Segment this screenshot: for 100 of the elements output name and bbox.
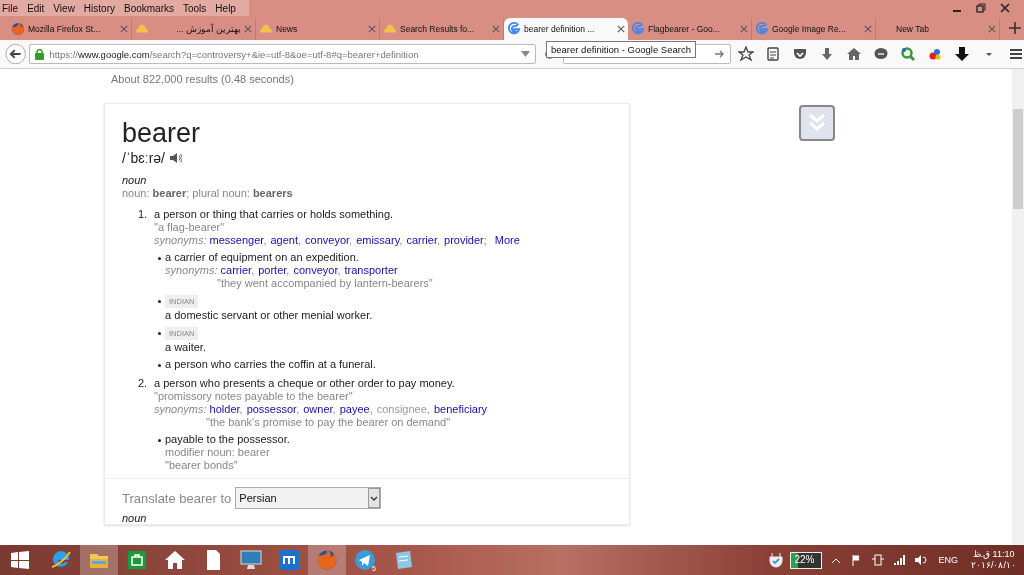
menu-item[interactable]: Bookmarks [124, 2, 174, 14]
browser-tab[interactable]: bearer definition ... [504, 18, 628, 40]
synonym-link[interactable]: beneficiary [433, 403, 488, 415]
synonym-link[interactable]: transporter [344, 264, 398, 276]
dropdown-arrow-icon[interactable] [520, 51, 530, 57]
scrollbar[interactable] [1012, 69, 1024, 545]
home-icon[interactable] [846, 46, 862, 62]
volume-icon[interactable] [913, 553, 928, 567]
close-icon[interactable] [617, 25, 625, 33]
separator: , [337, 264, 341, 276]
download-arrow-icon[interactable] [954, 46, 970, 62]
monitor-icon[interactable] [240, 549, 262, 571]
definition-text: a waiter. [165, 341, 206, 354]
synonym-link[interactable]: provider [444, 234, 484, 246]
synonyms-label: synonyms: [154, 234, 207, 246]
separator: ; [483, 234, 487, 246]
synonym-link[interactable]: holder [209, 403, 240, 415]
menu-item[interactable]: Help [215, 2, 236, 14]
battery-indicator[interactable]: 22% [790, 551, 823, 569]
bullet-icon [158, 300, 161, 303]
google-icon [755, 22, 769, 36]
url-text: https://www.google.com/search?q=controversy+&ie=utf-8&oe=utf-8#q=bearer+definition [49, 48, 420, 60]
chat-icon[interactable] [873, 46, 889, 62]
pocket-icon[interactable] [792, 46, 808, 62]
synonym-link[interactable]: messenger [209, 234, 264, 246]
plug-icon[interactable] [769, 552, 784, 568]
bullet-icon [158, 332, 161, 335]
synonym-link[interactable]: payee [339, 403, 370, 415]
plus-icon[interactable] [1008, 21, 1022, 35]
synonym-link[interactable]: owner [303, 403, 333, 415]
google-icon [507, 22, 521, 36]
close-icon[interactable] [740, 25, 748, 33]
separator: , [332, 403, 336, 415]
scrollbar-thumb[interactable] [1013, 109, 1023, 209]
close-icon[interactable] [988, 25, 996, 33]
separator: , [349, 234, 353, 246]
example-text: "promissory notes payable to the bearer" [154, 390, 354, 403]
magnifier-icon[interactable] [900, 46, 916, 62]
part-of-speech: noun [122, 512, 148, 524]
definition-text: a person who presents a cheque or other order to pay money. [154, 377, 456, 390]
device-icon[interactable] [871, 553, 886, 567]
lock-icon [35, 48, 45, 60]
star-icon[interactable] [738, 46, 754, 62]
part-of-speech: noun [122, 174, 148, 186]
close-icon[interactable] [244, 25, 252, 33]
grammar-note: modifier noun: bearer [165, 446, 271, 459]
cloud-icon [259, 22, 273, 36]
language-indicator[interactable]: ENG [938, 555, 958, 565]
back-button[interactable] [5, 43, 27, 65]
example-text: "they went accompanied by lantern-bearers" [216, 277, 433, 290]
home-icon[interactable] [164, 549, 186, 571]
browser-icon[interactable] [50, 549, 72, 571]
firefox-icon [11, 22, 25, 36]
chevron-down-icon[interactable] [799, 105, 835, 141]
synonyms-label: synonyms: [154, 403, 207, 415]
close-icon[interactable] [1000, 3, 1010, 13]
close-icon[interactable] [120, 25, 128, 33]
shopping-bag-icon[interactable] [126, 549, 148, 571]
menu-item[interactable]: Tools [183, 2, 207, 14]
synonym-text: consignee [376, 403, 427, 415]
close-icon[interactable] [368, 25, 376, 33]
menu-item[interactable]: View [53, 2, 75, 14]
synonym-link[interactable]: carrier [406, 234, 437, 246]
language-select[interactable]: Persian [235, 487, 382, 509]
separator: , [399, 234, 403, 246]
word-forms: noun: bearer; plural noun: bearers [122, 186, 294, 200]
more-link[interactable]: More [494, 234, 520, 246]
synonym-link[interactable]: carrier [220, 264, 252, 276]
signal-icon[interactable] [892, 553, 907, 567]
menu-item[interactable]: History [83, 2, 115, 14]
app-icon[interactable] [278, 549, 300, 571]
definition-text: a carrier of equipment on an expedition. [165, 251, 360, 264]
synonym-link[interactable]: possessor [246, 403, 297, 415]
close-icon[interactable] [492, 25, 500, 33]
address-bar[interactable]: https://www.google.com/search?q=controversy+&ie=utf-8&oe=utf-8#q=bearer+definition [29, 44, 536, 64]
restore-icon[interactable] [976, 3, 986, 13]
clipboard-icon[interactable] [765, 46, 781, 62]
colored-dots-icon[interactable] [927, 46, 943, 62]
speaker-icon[interactable] [169, 152, 182, 164]
tooltip: bearer definition - Google Search [546, 41, 696, 58]
windows-icon[interactable] [10, 550, 30, 570]
separator: , [369, 403, 373, 415]
synonyms-label: synonyms: [165, 264, 218, 276]
close-icon[interactable] [864, 25, 872, 33]
download-icon[interactable] [819, 46, 835, 62]
menu-icon[interactable] [1008, 46, 1024, 62]
synonym-link[interactable]: conveyor [305, 234, 350, 246]
synonym-link[interactable]: agent [270, 234, 298, 246]
result-stats: About 822,000 results (0.48 seconds) [111, 73, 295, 87]
bullet-icon [158, 364, 161, 367]
synonym-link[interactable]: porter [258, 264, 287, 276]
menu-item[interactable]: Edit [27, 2, 45, 14]
paper-plane-icon[interactable] [354, 549, 376, 571]
clock-date[interactable]: ۲۰۱۶/۰۸/۱۰ [971, 560, 1016, 571]
bullet-icon [158, 257, 161, 260]
separator: , [251, 264, 255, 276]
separator: , [298, 234, 302, 246]
clock-time[interactable]: 11:10 ق.ظ [972, 549, 1015, 560]
menu-item[interactable]: File [2, 2, 19, 14]
arrow-right-icon[interactable] [715, 49, 725, 59]
